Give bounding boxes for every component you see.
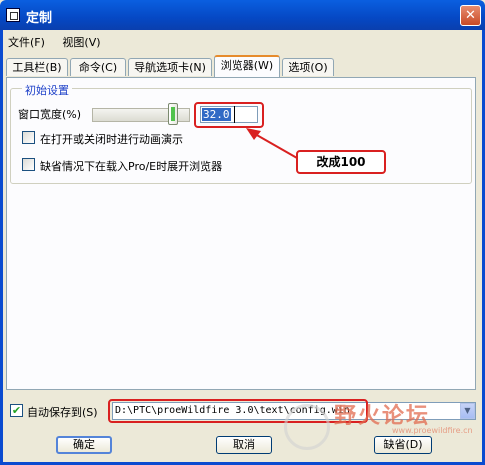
tab-commands[interactable]: 命令(C): [70, 58, 126, 76]
window-title: 定制: [26, 11, 53, 26]
watermark-url: www.proewildfire.cn: [392, 426, 473, 435]
path-dropdown-button[interactable]: ▼: [460, 403, 475, 419]
animate-label: 在打开或关闭时进行动画演示: [40, 133, 183, 146]
text-cursor: [234, 106, 235, 123]
window-width-label: 窗口宽度(%): [18, 108, 82, 121]
expand-browser-checkbox[interactable]: [22, 158, 35, 171]
slider-thumb[interactable]: [168, 103, 178, 125]
tab-browser[interactable]: 浏览器(W): [214, 55, 280, 77]
close-button[interactable]: ✕: [460, 5, 481, 26]
menu-file[interactable]: 文件(F): [8, 34, 45, 50]
animate-checkbox[interactable]: [22, 131, 35, 144]
ok-button[interactable]: 确定: [56, 436, 112, 454]
autosave-label: 自动保存到(S): [27, 406, 98, 419]
window-icon: [6, 8, 20, 22]
default-button[interactable]: 缺省(D): [374, 436, 432, 454]
group-title: 初始设置: [22, 82, 72, 98]
tab-options[interactable]: 选项(O): [282, 58, 334, 76]
expand-browser-label: 缺省情况下在载入Pro/E时展开浏览器: [40, 160, 223, 173]
window-width-value: 32.0: [202, 108, 231, 121]
watermark-logo: [284, 404, 330, 450]
annotation-callout: 改成100: [296, 150, 386, 174]
tab-toolbars[interactable]: 工具栏(B): [6, 58, 68, 76]
cancel-button[interactable]: 取消: [216, 436, 272, 454]
menu-bar: 文件(F) 视图(V): [8, 34, 115, 50]
menu-view[interactable]: 视图(V): [62, 34, 100, 50]
title-bar: 定制 ✕: [0, 0, 485, 30]
tab-navigator[interactable]: 导航选项卡(N): [128, 58, 212, 76]
autosave-checkbox[interactable]: ✔: [10, 404, 23, 417]
